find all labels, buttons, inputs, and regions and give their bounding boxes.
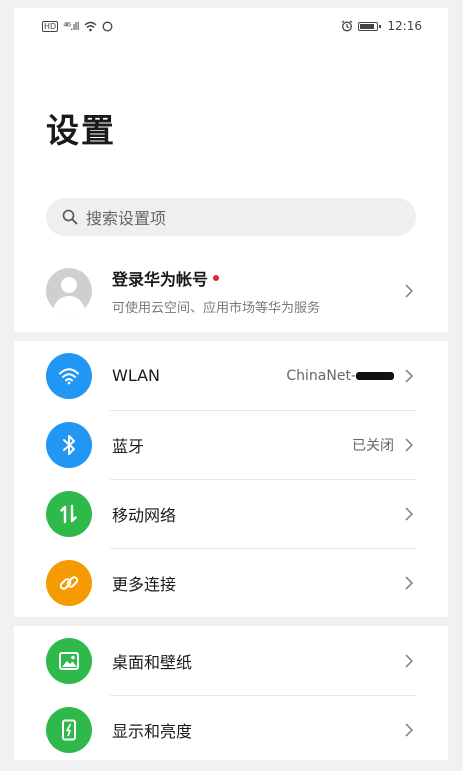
search-container: 搜索设置项 (14, 198, 448, 250)
alarm-icon (342, 20, 353, 32)
link-icon (46, 559, 92, 606)
settings-item-bluetooth[interactable]: 蓝牙 已关闭 (14, 410, 448, 479)
status-time: 12:16 (387, 19, 422, 33)
settings-item-display[interactable]: 显示和亮度 (14, 695, 448, 760)
bluetooth-label: 蓝牙 (112, 436, 145, 456)
hd-indicator: HD (42, 20, 59, 32)
mobile-network-label: 移动网络 (112, 505, 177, 525)
settings-item-mobile-network[interactable]: 移动网络 (14, 479, 448, 548)
bluetooth-icon (46, 421, 92, 468)
account-title: 登录华为帐号 (112, 270, 209, 289)
page-title: 设置 (46, 111, 116, 150)
bluetooth-status: 已关闭 (352, 437, 394, 454)
mobile-network-icon (46, 490, 92, 537)
huawei-account-row[interactable]: 登录华为帐号 可使用云空间、应用市场等华为服务 (14, 250, 448, 332)
cellular-signal-icon: ⁴⁶.ıll (63, 19, 80, 33)
wallpaper-icon (46, 637, 92, 684)
settings-item-wallpaper[interactable]: 桌面和壁纸 (14, 626, 448, 695)
chevron-right-icon (402, 653, 416, 668)
settings-item-wlan[interactable]: WLAN ChinaNet- (14, 341, 448, 410)
settings-screen: HD ⁴⁶.ıll 12:16 设置 搜索设置项 登录华为帐号 可使用云空间、应… (14, 8, 448, 760)
display-group: 桌面和壁纸 显示和亮度 (14, 626, 448, 760)
wlan-network-name: ChinaNet- (286, 368, 394, 384)
avatar (46, 268, 92, 314)
status-bar: HD ⁴⁶.ıll 12:16 (14, 8, 448, 44)
account-subtitle: 可使用云空间、应用市场等华为服务 (112, 301, 321, 316)
chevron-right-icon (402, 722, 416, 737)
display-icon (46, 706, 92, 753)
wifi-icon (46, 352, 92, 399)
sync-circle-icon (102, 21, 113, 31)
search-input[interactable]: 搜索设置项 (46, 198, 416, 236)
chevron-right-icon (402, 575, 416, 590)
settings-item-more-connections[interactable]: 更多连接 (14, 548, 448, 617)
chevron-right-icon (402, 284, 416, 298)
more-connections-label: 更多连接 (112, 574, 177, 594)
notification-dot (213, 275, 220, 281)
chevron-right-icon (402, 506, 416, 521)
chevron-right-icon (402, 368, 416, 383)
wallpaper-label: 桌面和壁纸 (112, 652, 193, 672)
battery-icon (358, 21, 382, 31)
redacted-mark (356, 371, 394, 380)
display-label: 显示和亮度 (112, 721, 193, 741)
page-header: 设置 (14, 44, 448, 198)
wlan-label: WLAN (112, 366, 161, 385)
search-placeholder: 搜索设置项 (86, 209, 167, 228)
chevron-right-icon (402, 437, 416, 452)
connectivity-group: WLAN ChinaNet- 蓝牙 已关闭 移动网络 更多连接 (14, 341, 448, 617)
search-icon (62, 209, 78, 225)
wifi-status-icon (84, 21, 97, 31)
